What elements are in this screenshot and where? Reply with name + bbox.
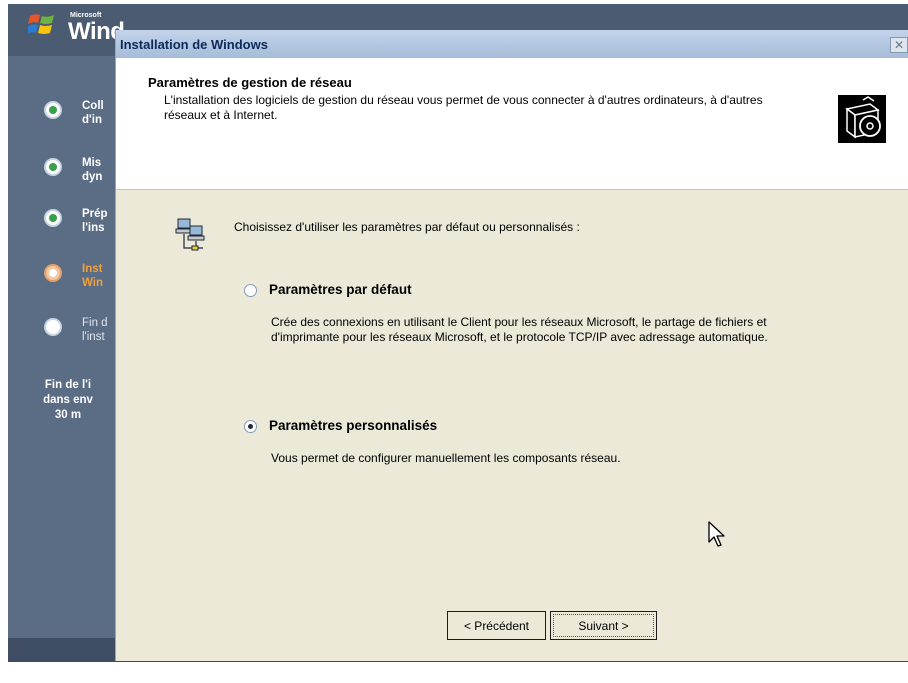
windows-logo-icon (28, 14, 54, 34)
step-done-bullet-icon (44, 158, 62, 176)
step-label: Coll d'in (82, 100, 104, 126)
custom-settings-description: Vous permet de configurer manuellement l… (271, 451, 621, 465)
network-computers-icon (175, 218, 205, 251)
step-done-bullet-icon (44, 101, 62, 119)
default-settings-radio[interactable] (244, 284, 257, 297)
default-settings-description: Crée des connexions en utilisant le Clie… (271, 315, 768, 344)
custom-settings-label[interactable]: Paramètres personnalisés (269, 418, 437, 433)
dialog-title: Installation de Windows (120, 37, 268, 52)
next-button[interactable]: Suivant > (550, 611, 657, 640)
custom-settings-radio[interactable] (244, 420, 257, 433)
time-remaining-text: Fin de l'i dans env 30 m (43, 379, 93, 421)
back-button[interactable]: < Précédent (447, 611, 546, 640)
dialog-titlebar[interactable]: Installation de Windows ✕ (116, 30, 908, 58)
setup-box-cd-icon (838, 95, 886, 143)
step-label: Prép l'ins (82, 208, 108, 234)
close-button[interactable]: ✕ (890, 37, 908, 53)
step-pending-bullet-icon (44, 318, 62, 336)
mouse-pointer-icon (708, 521, 725, 547)
step-label: Mis dyn (82, 157, 103, 183)
step-label: Inst Win (82, 263, 103, 289)
dialog-header: Paramètres de gestion de réseau L'instal… (116, 58, 908, 190)
default-settings-label[interactable]: Paramètres par défaut (269, 282, 412, 297)
page-title: Paramètres de gestion de réseau (148, 75, 352, 90)
choice-prompt: Choisissez d'utiliser les paramètres par… (234, 220, 580, 234)
step-done-bullet-icon (44, 209, 62, 227)
setup-dialog: Installation de Windows ✕ Paramètres de … (115, 30, 908, 661)
page-subtitle: L'installation des logiciels de gestion … (164, 93, 763, 122)
step-label: Fin d l'inst (82, 317, 108, 343)
step-current-bullet-icon (44, 264, 62, 282)
